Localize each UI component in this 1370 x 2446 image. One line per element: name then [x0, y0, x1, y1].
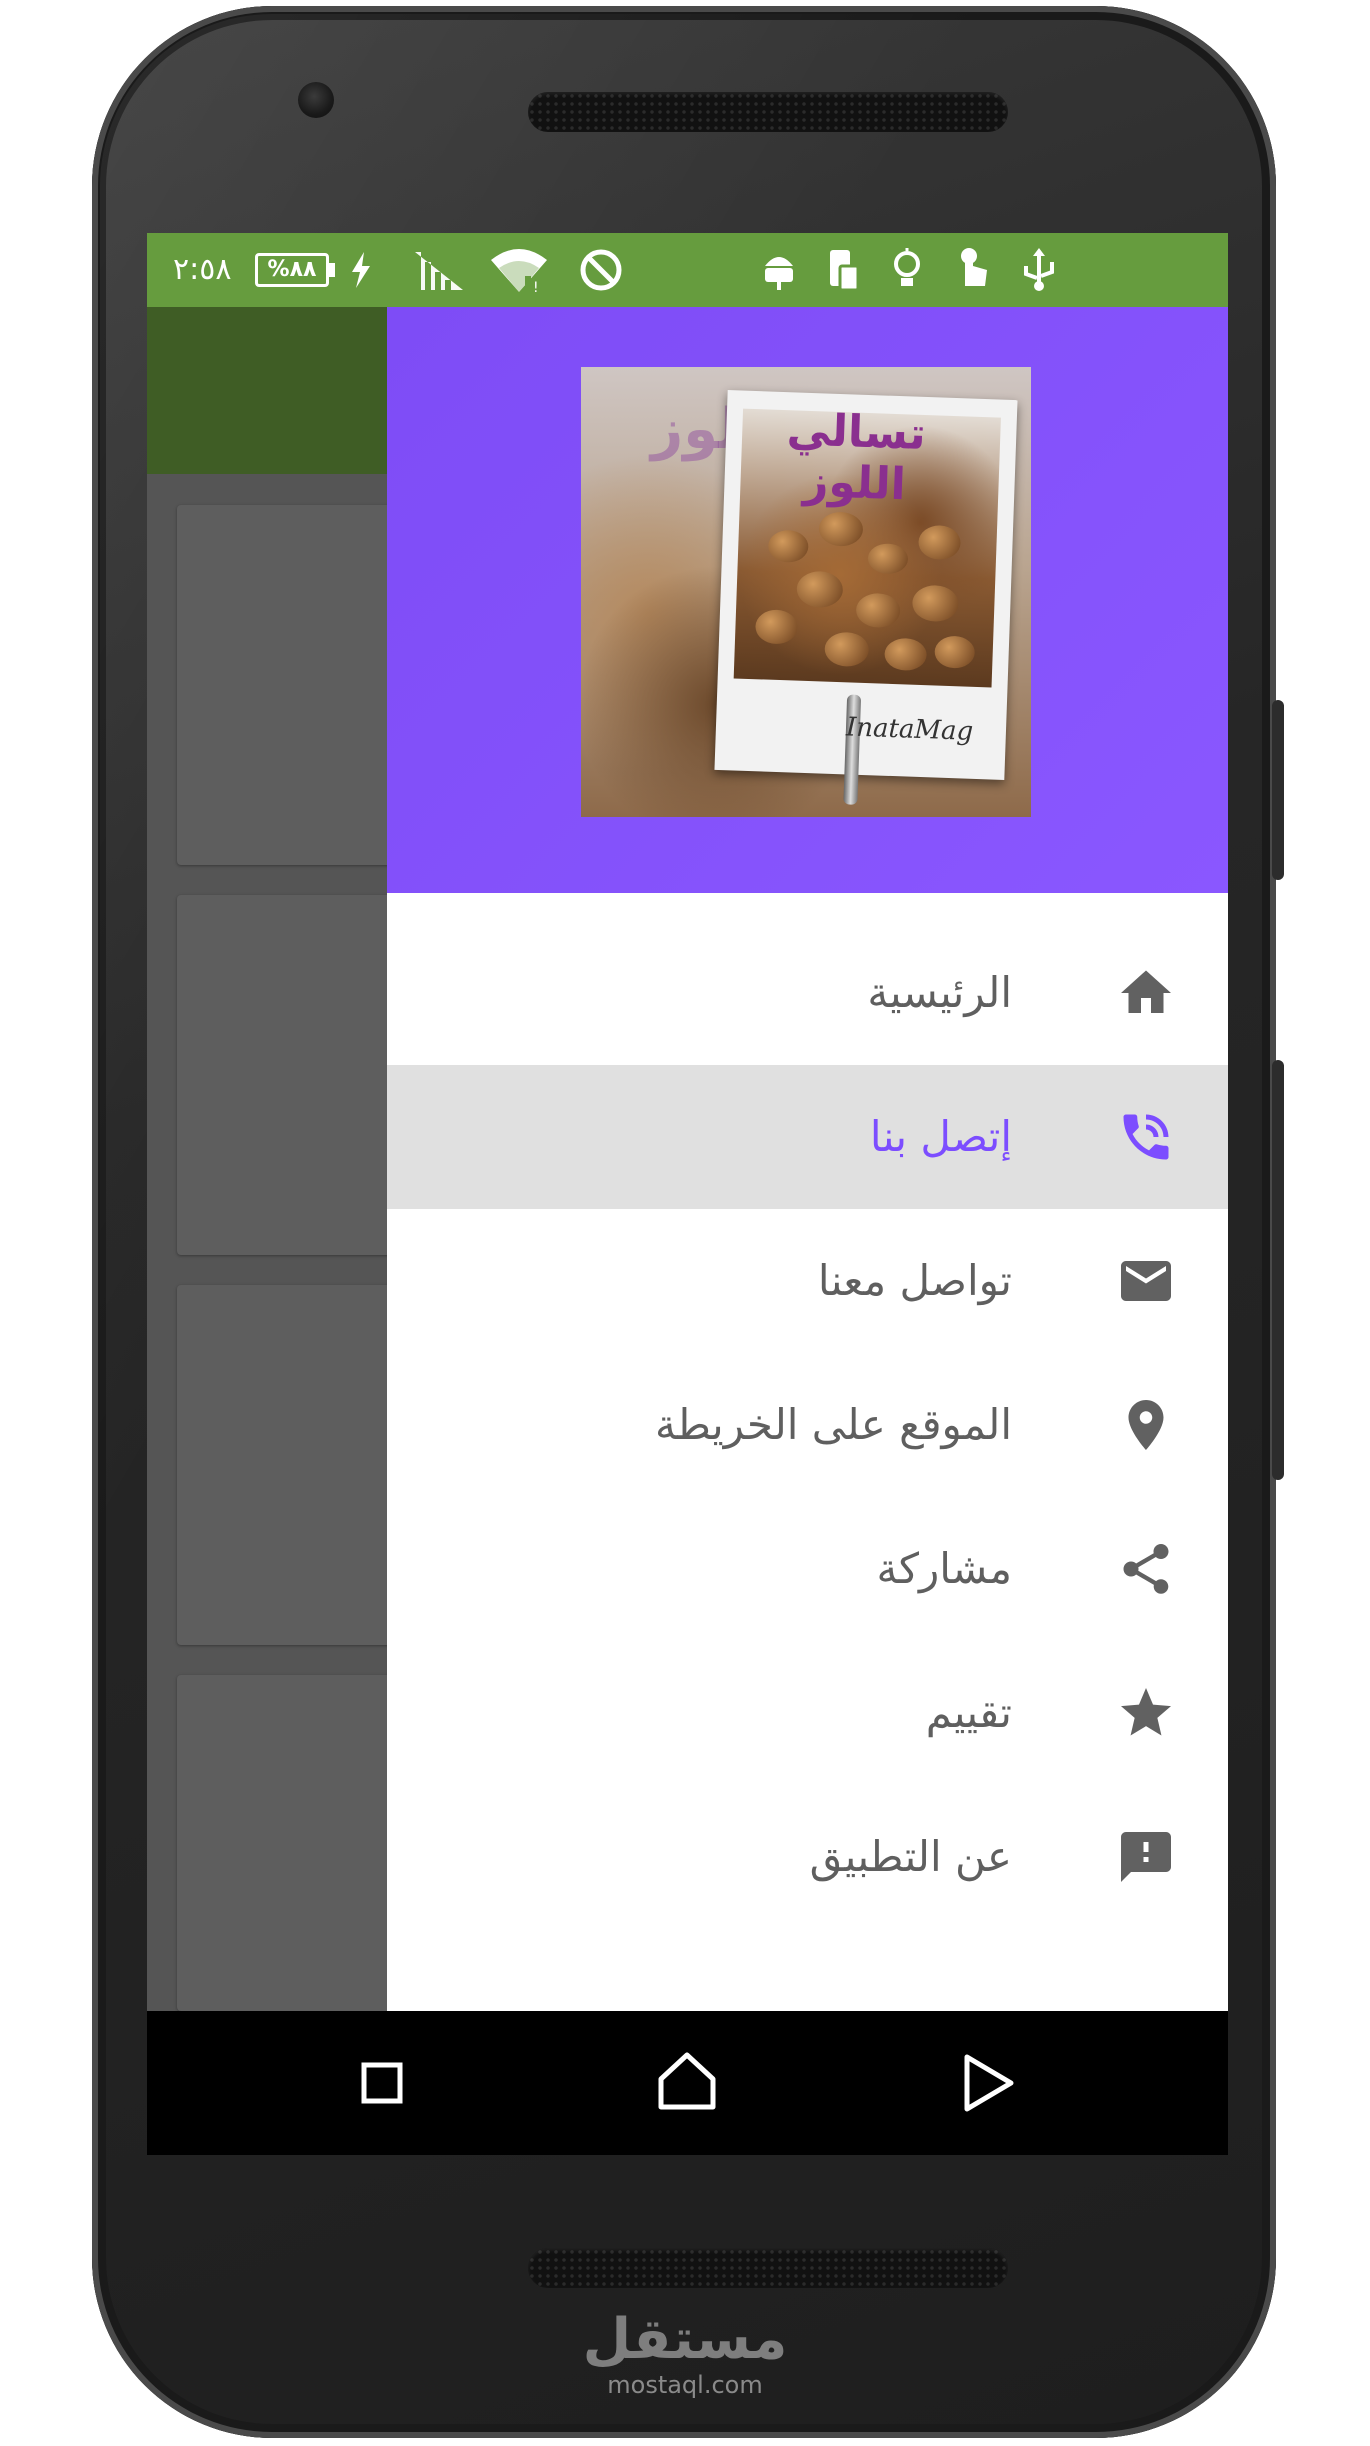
menu-item-label: الرئيسية	[867, 968, 1012, 1017]
share-icon	[1116, 1539, 1176, 1599]
phone-call-icon	[1116, 1107, 1176, 1167]
power-button	[1272, 1060, 1284, 1480]
menu-item-connect[interactable]: تواصل معنا	[387, 1209, 1228, 1353]
menu-item-map-location[interactable]: الموقع على الخريطة	[387, 1353, 1228, 1497]
background-card	[177, 505, 397, 865]
watermark-domain: mostaql.com	[607, 2371, 763, 2399]
menu-item-contact-us[interactable]: إتصل بنا	[387, 1065, 1228, 1209]
status-bar: ٢:٥٨ %٨٨ !	[147, 233, 1228, 307]
android-debug-icon	[757, 233, 801, 307]
background-card	[177, 1675, 397, 2011]
back-button[interactable]	[947, 2043, 1027, 2123]
background-card	[177, 1285, 397, 1645]
phone-screen-icon	[823, 233, 863, 307]
menu-item-home[interactable]: الرئيسية	[387, 921, 1228, 1065]
menu-item-share[interactable]: مشاركة	[387, 1497, 1228, 1641]
mail-icon	[1116, 1251, 1176, 1311]
menu-item-label: مشاركة	[876, 1544, 1012, 1593]
top-speaker	[528, 92, 1008, 132]
screen: ٢:٥٨ %٨٨ ! اللوز تسالي اللوز InataMag ال…	[147, 233, 1228, 2155]
watermark-arabic: مستقل	[582, 2307, 788, 2372]
drawer-header: تسالي اللوز تسال	[387, 307, 1228, 893]
recent-apps-button[interactable]	[342, 2043, 422, 2123]
front-camera	[298, 82, 334, 118]
back-icon	[964, 2054, 1014, 2112]
battery-nub	[329, 263, 335, 277]
polaroid-title: تسالي اللوز	[786, 404, 927, 511]
star-icon	[1116, 1683, 1176, 1743]
menu-item-label: تواصل معنا	[817, 1256, 1012, 1305]
battery-indicator: %٨٨	[255, 253, 329, 287]
menu-item-about-app[interactable]: عن التطبيق	[387, 1785, 1228, 1929]
signal-icon	[409, 233, 469, 307]
menu-item-label: إتصل بنا	[869, 1112, 1012, 1161]
header-logo-image: تسالي اللوز تسال	[581, 367, 1031, 817]
drawer-menu: الرئيسية إتصل بنا تواصل معنا الموقع على …	[387, 921, 1228, 1929]
system-navigation-bar	[147, 2011, 1228, 2155]
navigation-drawer: تسالي اللوز تسال	[387, 307, 1228, 2011]
background-card	[177, 895, 397, 1255]
menu-item-label: تقييم	[925, 1688, 1012, 1737]
location-pin-icon	[1116, 1395, 1176, 1455]
wifi-icon: !	[487, 233, 551, 307]
bulb-icon	[887, 233, 927, 307]
recent-apps-icon	[361, 2062, 403, 2104]
watermark: مستقل mostaql.com	[580, 2310, 790, 2400]
status-time: ٢:٥٨	[173, 252, 232, 287]
battery-text: %٨٨	[267, 257, 317, 282]
usb-icon	[1019, 233, 1059, 307]
feedback-icon	[1116, 1827, 1176, 1887]
charging-icon	[341, 233, 381, 307]
menu-item-label: عن التطبيق	[809, 1832, 1012, 1881]
polaroid-caption: InataMag	[845, 712, 974, 747]
home-icon	[1116, 963, 1176, 1023]
do-not-disturb-icon	[575, 233, 627, 307]
paper-clip	[843, 694, 862, 805]
bottom-speaker	[528, 2248, 1008, 2288]
menu-item-rate[interactable]: تقييم	[387, 1641, 1228, 1785]
home-nav-button[interactable]	[647, 2043, 727, 2123]
menu-item-label: الموقع على الخريطة	[655, 1400, 1012, 1449]
svg-text:!: !	[533, 280, 539, 294]
volume-button	[1272, 700, 1284, 880]
background-toolbar	[147, 307, 387, 474]
polaroid-frame: تسالي اللوز InataMag	[714, 390, 1018, 805]
touch-icon	[951, 233, 995, 307]
home-nav-icon	[658, 2052, 716, 2110]
